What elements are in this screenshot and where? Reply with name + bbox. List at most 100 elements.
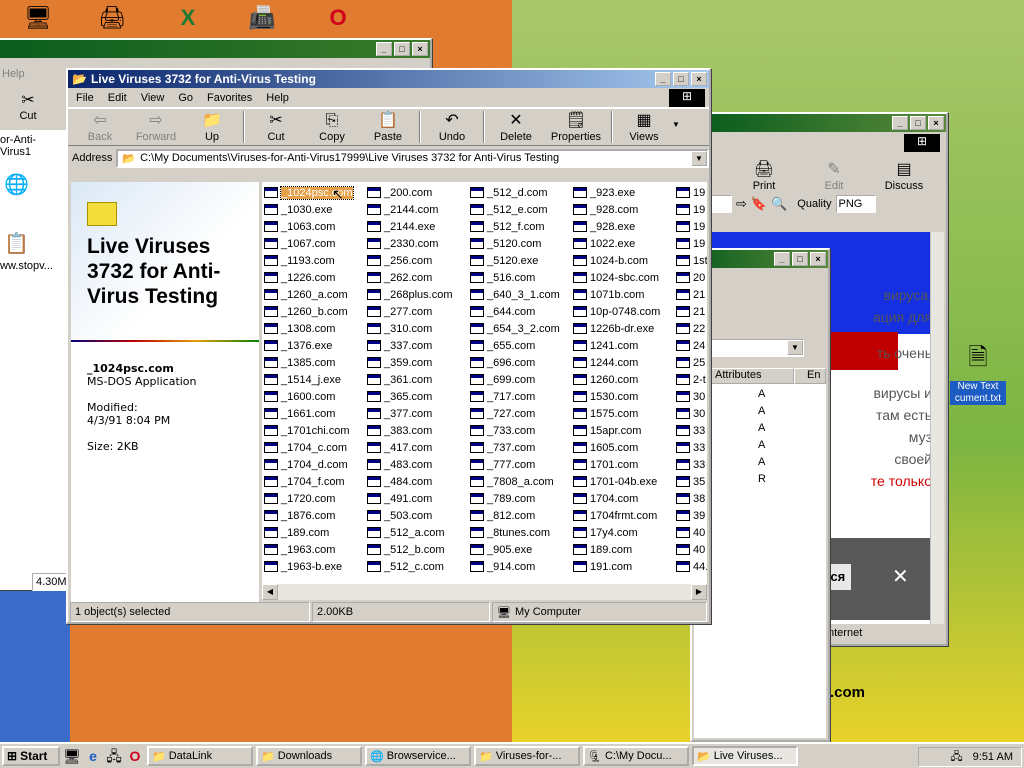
file-item[interactable]: _1704_d.com bbox=[264, 456, 348, 473]
computer-icon[interactable]: 🖥 bbox=[20, 2, 56, 34]
properties-button[interactable]: 🗒 Properties bbox=[544, 111, 608, 143]
back-button[interactable]: ⇦ Back bbox=[72, 111, 128, 143]
file-item[interactable]: 35 bbox=[676, 473, 705, 490]
file-item[interactable]: _512_f.com bbox=[470, 218, 544, 235]
file-item[interactable]: _512_c.com bbox=[367, 558, 444, 575]
file-item[interactable]: _699.com bbox=[470, 371, 535, 388]
close-button[interactable]: × bbox=[691, 72, 707, 86]
file-item[interactable]: _1600.com bbox=[264, 388, 335, 405]
file-item[interactable]: 1701-04b.exe bbox=[573, 473, 657, 490]
browser-scrollbar[interactable] bbox=[930, 232, 944, 624]
printer-icon[interactable]: 🖨 bbox=[94, 2, 130, 34]
file-item[interactable]: 40 bbox=[676, 524, 705, 541]
file-item[interactable]: _277.com bbox=[367, 303, 432, 320]
file-item[interactable]: 2-t bbox=[676, 371, 706, 388]
file-item[interactable]: 19 bbox=[676, 218, 705, 235]
file-item[interactable]: _655.com bbox=[470, 337, 535, 354]
close-icon[interactable]: ✕ bbox=[892, 564, 909, 590]
file-item[interactable]: 40 bbox=[676, 541, 705, 558]
file-item[interactable]: _1385.com bbox=[264, 354, 335, 371]
explorer-titlebar[interactable]: 📂 Live Viruses 3732 for Anti-Virus Testi… bbox=[68, 70, 709, 88]
file-item[interactable]: 17y4.com bbox=[573, 524, 638, 541]
file-item[interactable]: 1704frmt.com bbox=[573, 507, 657, 524]
browser-titlebar[interactable]: _ □ × bbox=[706, 114, 946, 132]
file-item[interactable]: 15apr.com bbox=[573, 422, 641, 439]
file-item[interactable]: 1701.com bbox=[573, 456, 638, 473]
file-item[interactable]: _928.com bbox=[573, 201, 638, 218]
file-item[interactable]: _644.com bbox=[470, 303, 535, 320]
file-item[interactable]: 1704.com bbox=[573, 490, 638, 507]
file-item[interactable]: _268plus.com bbox=[367, 286, 453, 303]
checklist-icon[interactable]: 📋 bbox=[4, 231, 68, 256]
file-item[interactable]: 191.com bbox=[573, 558, 632, 575]
file-item[interactable]: _1193.com bbox=[264, 252, 335, 269]
col-en[interactable]: En bbox=[794, 368, 826, 384]
file-item[interactable]: _914.com bbox=[470, 558, 535, 575]
file-item[interactable]: _516.com bbox=[470, 269, 535, 286]
file-item[interactable]: _512_e.com bbox=[470, 201, 548, 218]
horizontal-scrollbar[interactable]: ◀ ▶ bbox=[262, 584, 707, 600]
scroll-left-button[interactable]: ◀ bbox=[262, 584, 278, 600]
file-item[interactable]: _383.com bbox=[367, 422, 432, 439]
file-item[interactable]: _337.com bbox=[367, 337, 432, 354]
file-list[interactable]: _1024psc.com _1030.exe _1063.com _1067.com _… bbox=[262, 182, 707, 584]
file-item[interactable]: 1022.exe bbox=[573, 235, 635, 252]
file-item[interactable]: _1260_b.com bbox=[264, 303, 348, 320]
file-item[interactable]: 1024-b.com bbox=[573, 252, 648, 269]
file-item[interactable]: 19 bbox=[676, 184, 705, 201]
file-item[interactable]: _737.com bbox=[470, 439, 535, 456]
file-item[interactable]: _1514_j.exe bbox=[264, 371, 341, 388]
file-item[interactable]: 33 bbox=[676, 422, 705, 439]
left-window-titlebar[interactable]: _ □ × bbox=[0, 40, 430, 58]
quality-select[interactable]: PNG bbox=[835, 195, 876, 213]
file-item[interactable]: 44. bbox=[676, 558, 707, 575]
file-item[interactable]: _365.com bbox=[367, 388, 432, 405]
opera-icon[interactable]: O bbox=[320, 2, 356, 34]
file-item[interactable]: _484.com bbox=[367, 473, 432, 490]
file-item[interactable]: 20 bbox=[676, 269, 705, 286]
browser-input[interactable] bbox=[708, 195, 732, 213]
task-datalink[interactable]: 📁 DataLink bbox=[147, 746, 253, 766]
file-item[interactable]: _812.com bbox=[470, 507, 535, 524]
file-item[interactable]: _733.com bbox=[470, 422, 535, 439]
file-item[interactable]: 30 bbox=[676, 405, 705, 422]
file-item[interactable]: _1030.exe bbox=[264, 201, 332, 218]
file-item[interactable]: _377.com bbox=[367, 405, 432, 422]
file-item[interactable]: _1963.com bbox=[264, 541, 335, 558]
middle-window-titlebar[interactable]: _ □ × bbox=[692, 250, 828, 268]
file-item[interactable]: _905.exe bbox=[470, 541, 532, 558]
file-item[interactable]: 1605.com bbox=[573, 439, 638, 456]
file-item[interactable]: _256.com bbox=[367, 252, 432, 269]
file-item[interactable]: _640_3_1.com bbox=[470, 286, 560, 303]
file-item[interactable]: _417.com bbox=[367, 439, 432, 456]
file-item[interactable]: _5120.exe bbox=[470, 252, 538, 269]
file-item[interactable]: 1071b.com bbox=[573, 286, 644, 303]
file-item[interactable]: _7808_a.com bbox=[470, 473, 554, 490]
file-item[interactable]: _928.exe bbox=[573, 218, 635, 235]
start-button[interactable]: ⊞ Start bbox=[2, 746, 60, 766]
file-item[interactable]: _1963-b.exe bbox=[264, 558, 342, 575]
file-item[interactable]: _200.com bbox=[367, 184, 432, 201]
file-item[interactable]: 33 bbox=[676, 456, 705, 473]
maximize-button[interactable]: □ bbox=[792, 252, 808, 266]
file-item[interactable]: _262.com bbox=[367, 269, 432, 286]
address-input[interactable]: 📂 C:\My Documents\Viruses-for-Anti-Virus… bbox=[116, 148, 709, 168]
task-downloads[interactable]: 📁 Downloads bbox=[256, 746, 362, 766]
delete-button[interactable]: ✕ Delete bbox=[488, 111, 544, 143]
file-item[interactable]: _1704_f.com bbox=[264, 473, 345, 490]
file-item[interactable]: _1876.com bbox=[264, 507, 335, 524]
task-viruses-for[interactable]: 📁 Viruses-for-... bbox=[474, 746, 580, 766]
file-item[interactable]: _5120.com bbox=[470, 235, 541, 252]
task-my-documents[interactable]: 🗜 C:\My Docu... bbox=[583, 746, 689, 766]
file-item[interactable]: _512_d.com bbox=[470, 184, 548, 201]
file-item[interactable]: 38 bbox=[676, 490, 705, 507]
file-item[interactable]: _1063.com bbox=[264, 218, 335, 235]
views-dropdown-icon[interactable]: ▼ bbox=[672, 120, 680, 129]
left-cut-button[interactable]: ✂ Cut bbox=[8, 90, 48, 122]
file-item[interactable]: _654_3_2.com bbox=[470, 320, 560, 337]
file-item[interactable]: 10p-0748.com bbox=[573, 303, 660, 320]
chevron-down-icon[interactable]: ▼ bbox=[787, 340, 803, 355]
forward-arrow-icon[interactable]: ⇨ bbox=[736, 196, 747, 212]
file-item[interactable]: 1024-sbc.com bbox=[573, 269, 659, 286]
file-item[interactable]: 1st bbox=[676, 252, 707, 269]
